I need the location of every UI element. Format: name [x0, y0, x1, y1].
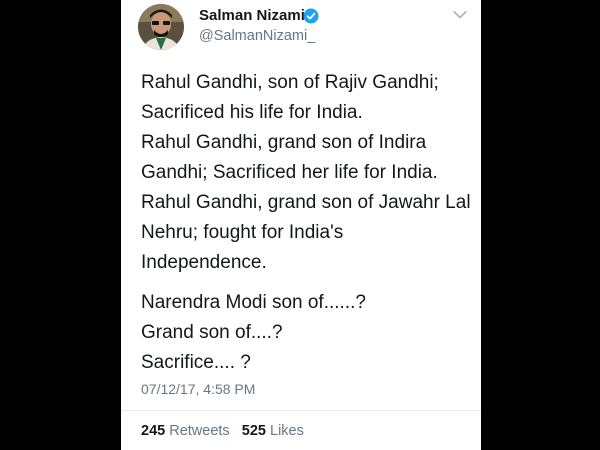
tweet-line: Grand son of....?	[141, 322, 283, 343]
tweet-paragraph: Narendra Modi son of......? Grand son of…	[141, 288, 476, 378]
retweets-label: Retweets	[169, 423, 230, 439]
tweet-line: Sacrifice.... ?	[141, 352, 251, 373]
verified-badge-icon	[303, 8, 319, 24]
retweets-count: 245	[141, 423, 166, 439]
tweet-paragraph: Rahul Gandhi, son of Rajiv Gandhi; Sacri…	[141, 68, 476, 278]
likes-count: 525	[241, 423, 266, 439]
divider	[121, 410, 481, 411]
retweets-stat[interactable]: 245 Retweets	[141, 423, 234, 439]
likes-stat[interactable]: 525 Likes	[242, 423, 304, 439]
tweet-line: Narendra Modi son of......?	[141, 292, 366, 313]
engagement-stats: 245 Retweets 525 Likes	[141, 423, 304, 439]
tweet-text: Rahul Gandhi, son of Rajiv Gandhi; Sacri…	[141, 68, 476, 388]
chevron-down-icon[interactable]	[453, 10, 467, 20]
tweet-line: Rahul Gandhi, son of Rajiv Gandhi;	[141, 72, 439, 93]
tweet-line: Gandhi; Sacrificed her life for India.	[141, 162, 438, 183]
tweet-line: Rahul Gandhi, grand son of Jawahr Lal	[141, 192, 471, 213]
avatar[interactable]	[138, 4, 184, 50]
tweet-line: Nehru; fought for India's	[141, 222, 344, 243]
tweet-card: Salman Nizami @SalmanNizami_ Rahul Gandh…	[121, 0, 481, 450]
tweet-line: Sacrificed his life for India.	[141, 102, 363, 123]
user-handle[interactable]: @SalmanNizami_	[199, 28, 315, 44]
tweet-timestamp[interactable]: 07/12/17, 4:58 PM	[141, 381, 255, 397]
tweet-line: Rahul Gandhi, grand son of Indira	[141, 132, 427, 153]
display-name[interactable]: Salman Nizami	[199, 7, 305, 24]
tweet-line: Independence.	[141, 252, 267, 273]
likes-label: Likes	[270, 423, 304, 439]
